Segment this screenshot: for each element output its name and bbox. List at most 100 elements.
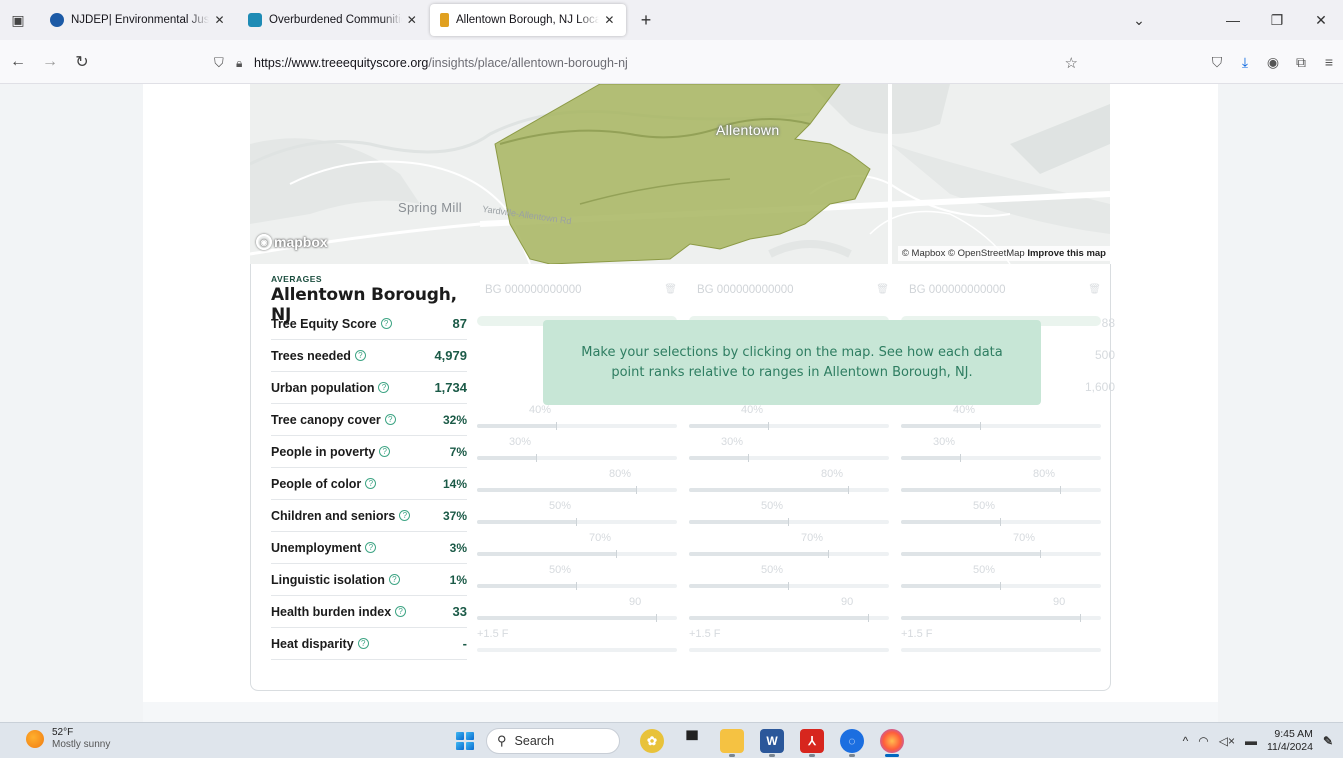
windows-start-icon[interactable] xyxy=(456,732,474,750)
help-icon[interactable]: ? xyxy=(378,382,390,393)
tracking-shield-icon[interactable]: ⛉ xyxy=(214,55,232,71)
indicator-bar-row: 90 xyxy=(901,596,1101,628)
bar-track xyxy=(477,648,677,652)
metric-label-text: People of color xyxy=(271,476,362,491)
minimize-icon[interactable]: — xyxy=(1211,12,1255,28)
back-arrow-icon[interactable]: ← xyxy=(4,48,32,76)
widgets-icon[interactable]: ✿ xyxy=(640,729,664,753)
indicator-bar-row: 80% xyxy=(689,468,889,500)
bar-marker xyxy=(1000,518,1001,526)
battery-icon[interactable]: ▬ xyxy=(1245,734,1257,748)
help-icon[interactable]: ? xyxy=(399,510,411,521)
reload-icon[interactable]: ↻ xyxy=(68,48,96,76)
trash-icon[interactable]: 🗑︎ xyxy=(876,284,889,304)
url-bar[interactable]: ⛉ 🔒︎ https://www.treeequityscore.org/ins… xyxy=(208,48,1088,78)
acrobat-icon[interactable]: ⅄ xyxy=(800,729,824,757)
bar-marker xyxy=(556,422,557,430)
bar-marker xyxy=(1060,486,1061,494)
tree-icon xyxy=(440,13,449,27)
indicator-bar-row: 30% xyxy=(689,436,889,468)
clock[interactable]: 9:45 AM 11/4/2024 xyxy=(1267,728,1313,754)
block-group-header: BG 000000000000 🗑︎ xyxy=(477,284,677,304)
bar-label: 70% xyxy=(801,532,824,544)
metric-label-text: Tree canopy cover xyxy=(271,412,381,427)
globe-icon xyxy=(50,13,64,27)
bar-fill xyxy=(477,584,577,588)
bar-fill xyxy=(477,616,657,620)
restore-icon[interactable]: ❐ xyxy=(1255,12,1299,29)
toolbar-icons: ⛉ ⤓ ◉ ⧉ ≡ xyxy=(1203,40,1343,84)
indicator-bar-row: 40% xyxy=(901,404,1101,436)
taskbar-search[interactable]: ⚲ Search xyxy=(486,728,620,754)
bar-marker xyxy=(1040,550,1041,558)
mapbox-logo[interactable]: ◉ mapbox xyxy=(256,234,328,250)
chevron-down-icon[interactable]: ⌄ xyxy=(1127,12,1151,29)
chevron-up-icon[interactable]: ^ xyxy=(1183,734,1189,748)
forward-arrow-icon[interactable]: → xyxy=(36,48,64,76)
tab-allentown[interactable]: Allentown Borough, NJ Location ✕ xyxy=(430,4,626,36)
tab-title: Overburdened Communities | NJ xyxy=(269,14,402,26)
bar-marker xyxy=(576,518,577,526)
indicator-bar-row: 50% xyxy=(477,500,677,532)
firefox-icon[interactable] xyxy=(880,729,904,757)
extensions-icon[interactable]: ⧉ xyxy=(1287,54,1315,71)
bar-label: 40% xyxy=(953,404,976,416)
bar-label: 40% xyxy=(529,404,552,416)
metric-row: Tree Equity Score? 87 xyxy=(271,308,467,340)
help-icon[interactable]: ? xyxy=(354,350,366,361)
file-explorer-icon[interactable] xyxy=(720,729,744,757)
help-icon[interactable]: ? xyxy=(365,478,377,489)
close-tab-icon[interactable]: ✕ xyxy=(213,13,226,27)
help-icon[interactable]: ? xyxy=(388,574,400,585)
lock-icon[interactable]: 🔒︎ xyxy=(236,56,254,71)
account-icon[interactable]: ◉ xyxy=(1259,54,1287,71)
attribution-text[interactable]: © Mapbox © OpenStreetMap xyxy=(902,248,1025,259)
improve-map-link[interactable]: Improve this map xyxy=(1027,248,1106,259)
indicator-bar-row: 70% xyxy=(477,532,677,564)
bar-marker xyxy=(1080,614,1081,622)
task-view-icon[interactable]: ▀ xyxy=(680,729,704,753)
tab-overburdened[interactable]: Overburdened Communities | NJ ✕ xyxy=(238,4,428,36)
browser-blue-icon[interactable]: ◌ xyxy=(840,729,864,757)
help-icon[interactable]: ? xyxy=(395,606,407,617)
word-icon[interactable]: W xyxy=(760,729,784,757)
tab-njdep[interactable]: NJDEP| Environmental Justice | NJ ✕ xyxy=(40,4,236,36)
block-group-name: BG 000000000000 xyxy=(697,284,794,296)
trash-icon[interactable]: 🗑︎ xyxy=(1088,284,1101,304)
bookmark-star-icon[interactable]: ☆ xyxy=(1065,54,1078,72)
notification-icon[interactable]: ✎ xyxy=(1323,734,1333,748)
new-tab-button[interactable]: + xyxy=(634,8,658,32)
volume-icon[interactable]: ◁× xyxy=(1219,734,1235,748)
close-tab-icon[interactable]: ✕ xyxy=(406,13,418,27)
indicator-bar-row: 70% xyxy=(689,532,889,564)
help-icon[interactable]: ? xyxy=(380,318,392,329)
help-icon[interactable]: ? xyxy=(357,638,369,649)
bar-label: +1.5 F xyxy=(477,628,509,640)
metric-row: Health burden index? 33 xyxy=(271,596,467,628)
close-tab-icon[interactable]: ✕ xyxy=(603,13,616,27)
metric-value: 33 xyxy=(452,604,467,619)
help-icon[interactable]: ? xyxy=(384,414,396,425)
download-icon[interactable]: ⤓ xyxy=(1231,54,1259,71)
menu-icon[interactable]: ≡ xyxy=(1315,54,1343,70)
block-group-header: BG 000000000000 🗑︎ xyxy=(689,284,889,304)
bar-marker xyxy=(636,486,637,494)
averages-column: AVERAGES Allentown Borough, NJ Tree Equi… xyxy=(271,274,467,660)
navigation-bar: ← → ↻ ⛉ 🔒︎ https://www.treeequityscore.o… xyxy=(0,40,1343,84)
metric-label: Health burden index? xyxy=(271,605,407,619)
help-icon[interactable]: ? xyxy=(379,446,391,457)
map[interactable]: Spring Mill Yardville-Allentown Rd Allen… xyxy=(250,84,1110,264)
trash-icon[interactable]: 🗑︎ xyxy=(664,284,677,304)
list-all-tabs-icon[interactable]: ▣ xyxy=(6,8,30,32)
indicator-bar-row: 50% xyxy=(477,564,677,596)
bar-label: 80% xyxy=(821,468,844,480)
weather-widget[interactable]: 52°F Mostly sunny xyxy=(26,727,110,751)
pocket-icon[interactable]: ⛉ xyxy=(1203,54,1231,71)
help-icon[interactable]: ? xyxy=(365,542,377,553)
metric-row: Tree canopy cover? 32% xyxy=(271,404,467,436)
wifi-icon[interactable]: ◠ xyxy=(1198,734,1208,748)
metric-value: 3% xyxy=(449,540,467,555)
close-window-icon[interactable]: ✕ xyxy=(1299,12,1343,29)
bar-fill xyxy=(689,488,849,492)
bar-label: 50% xyxy=(761,500,784,512)
